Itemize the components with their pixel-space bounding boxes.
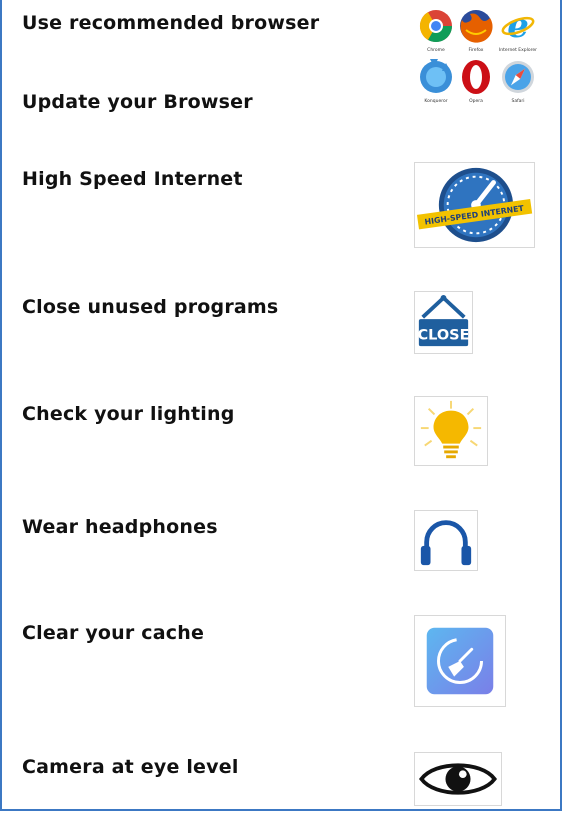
item-label-clear-cache: Clear your cache xyxy=(22,622,205,644)
item-label-check-lighting: Check your lighting xyxy=(22,403,235,425)
item-label-recommended-browser: Use recommended browser xyxy=(22,12,320,34)
item-label-camera-eye-level: Camera at eye level xyxy=(22,756,239,778)
cleaner-broom-icon xyxy=(414,615,506,707)
item-label-wear-headphones: Wear headphones xyxy=(22,516,218,538)
item-label-update-browser: Update your Browser xyxy=(22,91,253,113)
item-label-high-speed-internet: High Speed Internet xyxy=(22,168,243,190)
eye-icon xyxy=(414,752,502,806)
browser-name-ie: Internet Explorer xyxy=(499,47,537,53)
close-sign-icon: CLOSE xyxy=(414,291,473,354)
light-bulb-icon xyxy=(414,396,488,466)
high-speed-internet-gauge-icon: HIGH-SPEED INTERNET xyxy=(414,162,535,248)
headphones-icon xyxy=(414,510,478,571)
close-sign-text: CLOSE xyxy=(418,327,470,343)
browser-name-chrome: Chrome xyxy=(427,47,445,53)
svg-text:e: e xyxy=(507,6,529,46)
browser-name-opera: Opera xyxy=(469,98,483,104)
item-label-close-programs: Close unused programs xyxy=(22,296,279,318)
browser-name-firefox: Firefox xyxy=(469,47,484,53)
browser-name-safari: Safari xyxy=(511,98,524,104)
browser-name-konqueror: Konqueror xyxy=(424,98,447,104)
browser-logos-icon: e Chrome Firefox Internet Explorer Konqu… xyxy=(414,2,545,105)
